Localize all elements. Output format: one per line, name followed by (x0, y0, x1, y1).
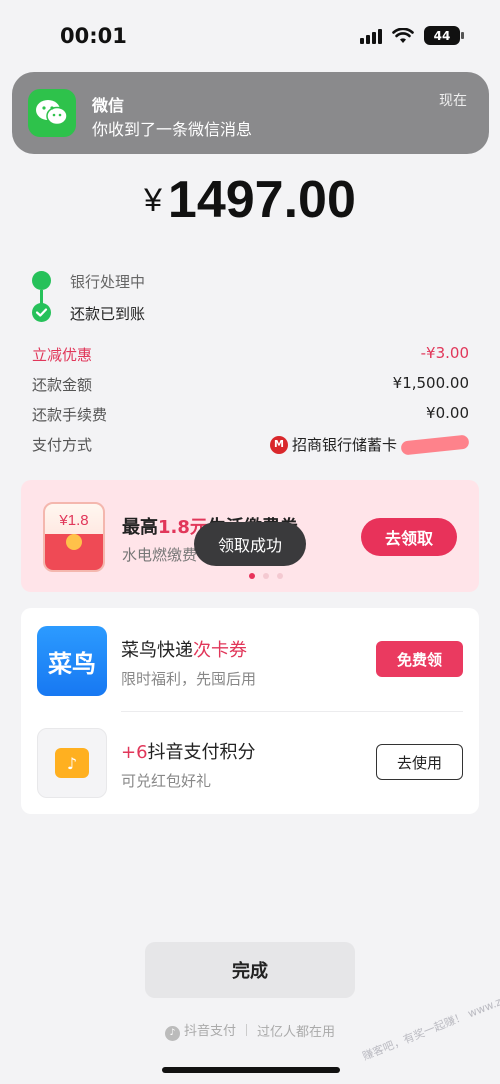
wechat-icon (28, 89, 76, 137)
home-indicator[interactable] (162, 1067, 340, 1073)
fee-label: 还款手续费 (32, 406, 108, 424)
fee-value: ¥0.00 (426, 404, 469, 422)
status-time: 00:01 (60, 24, 127, 48)
repay-amount-label: 还款金额 (32, 376, 93, 394)
payment-amount: ¥1497.00 (0, 170, 500, 230)
status-bar: 00:01 44 (0, 0, 500, 70)
done-button[interactable]: 完成 (145, 942, 355, 998)
discount-value: -¥3.00 (420, 344, 469, 362)
cmb-bank-icon: M (269, 435, 288, 454)
currency-symbol: ¥ (144, 182, 162, 218)
step-dot-complete (32, 303, 51, 322)
footer-separator (246, 1024, 247, 1037)
douyin-logo-icon: ♪ (55, 748, 89, 778)
toast-message: 领取成功 (194, 522, 306, 566)
offer-subtitle-cainiao: 限时福利，先囤后用 (121, 670, 257, 688)
promo-subtitle: 水电燃缴费 (122, 546, 198, 564)
notification-app-name: 微信 (92, 96, 125, 115)
payment-method-row: 支付方式 M 招商银行储蓄卡 (32, 433, 470, 456)
wechat-notification[interactable]: 微信 你收到了一条微信消息 现在 (12, 72, 489, 154)
discount-row: 立减优惠 -¥3.00 (32, 344, 469, 365)
payment-method-label: 支付方式 (32, 436, 93, 454)
notification-time: 现在 (439, 93, 467, 109)
redaction-scribble (400, 433, 470, 456)
divider (121, 711, 463, 712)
bank-card-name: 招商银行储蓄卡 (291, 436, 397, 454)
step-complete-label: 还款已到账 (70, 305, 146, 323)
carousel-dots (249, 573, 283, 579)
step-processing-label: 银行处理中 (70, 273, 146, 291)
red-envelope-icon: ¥1.8 (43, 502, 105, 572)
claim-button[interactable]: 去领取 (361, 518, 457, 556)
wifi-icon (392, 27, 414, 43)
notification-message: 你收到了一条微信消息 (92, 120, 253, 139)
amount-value: 1497.00 (167, 171, 356, 229)
footer-brand: ♪ 抖音支付 (164, 1020, 236, 1041)
offer-title-cainiao: 菜鸟快递次卡券 (121, 640, 247, 661)
offer-subtitle-douyin: 可兑红包好礼 (121, 772, 212, 790)
douyin-pay-icon: ♪ (164, 1025, 180, 1041)
fee-row: 还款手续费 ¥0.00 (32, 404, 469, 425)
battery-icon: 44 (424, 26, 464, 45)
discount-label: 立减优惠 (32, 346, 93, 364)
repay-amount-value: ¥1,500.00 (392, 374, 469, 392)
footer-slogan: 过亿人都在用 (257, 1024, 336, 1040)
offer-title-douyin: +6抖音支付积分 (121, 742, 256, 763)
step-dot-processing (32, 271, 51, 290)
signal-icon (360, 28, 382, 44)
check-icon (35, 308, 48, 317)
status-icons: 44 (360, 26, 464, 45)
use-button[interactable]: 去使用 (376, 744, 463, 780)
envelope-value: ¥1.8 (59, 512, 89, 529)
cainiao-logo: 菜鸟 (37, 626, 107, 696)
watermark: 赚客吧，有奖一起赚！ www.zuanke8.com (360, 969, 500, 1063)
douyin-points-icon: ♪ (37, 728, 107, 798)
repay-amount-row: 还款金额 ¥1,500.00 (32, 374, 469, 395)
offers-card: 菜鸟 菜鸟快递次卡券 限时福利，先囤后用 免费领 ♪ +6抖音支付积分 可兑红包… (21, 608, 479, 814)
payment-method-value: M 招商银行储蓄卡 (269, 433, 470, 456)
free-claim-button[interactable]: 免费领 (376, 641, 463, 677)
